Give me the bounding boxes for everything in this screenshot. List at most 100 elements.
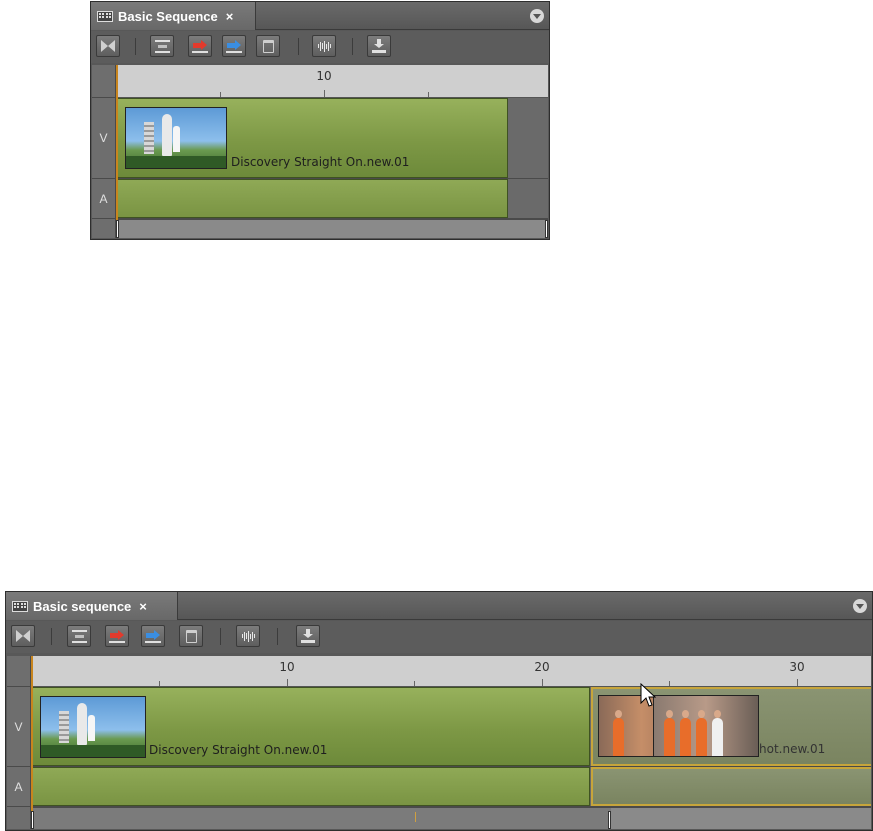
clip-name: Discovery Straight On.new.01 (149, 743, 328, 757)
overwrite-button[interactable] (188, 35, 212, 57)
audio-waveform-icon (316, 40, 332, 52)
ghost-clip-drag-preview[interactable]: hot.new.01 (591, 687, 871, 766)
audio-track[interactable] (116, 179, 548, 219)
delete-icon (185, 629, 197, 643)
audio-clip[interactable] (31, 767, 590, 806)
timeline-panel-bottom: Basic sequence × 10 20 30 V Discovery St… (5, 591, 873, 831)
ruler-header (92, 65, 116, 98)
scrollbar-header (7, 807, 31, 829)
timeline-scrollbar[interactable] (116, 219, 548, 238)
ruler-tick (428, 92, 429, 97)
ghost-audio-clip[interactable] (591, 767, 871, 806)
sequence-icon (12, 600, 28, 612)
track-header-a[interactable]: A (7, 767, 31, 807)
out-marker[interactable] (545, 220, 548, 238)
add-edit-button[interactable] (11, 625, 35, 647)
playhead[interactable] (116, 65, 118, 238)
tab-basic-sequence[interactable]: Basic sequence × (6, 592, 178, 620)
video-clip[interactable]: Discovery Straight On.new.01 (31, 687, 590, 766)
ruler-tick (287, 679, 288, 686)
ruler-label: 10 (279, 660, 295, 674)
toolbar-separator (51, 628, 52, 645)
clip-thumbnail (40, 696, 146, 758)
export-button[interactable] (367, 35, 391, 57)
ruler-header (7, 656, 31, 687)
replace-icon (226, 39, 242, 53)
clip-name: Discovery Straight On.new.01 (231, 155, 410, 169)
toolbar-separator (298, 38, 299, 55)
tab-title: Basic sequence (33, 598, 132, 614)
splice-in-icon (154, 39, 170, 53)
ruler-tick (414, 681, 415, 686)
overwrite-icon (192, 39, 208, 53)
ruler-tick (324, 90, 325, 97)
track-header-a[interactable]: A (92, 179, 116, 219)
ruler-tick (220, 92, 221, 97)
scroll-region[interactable] (31, 808, 611, 829)
timeline-panel-top: Basic Sequence × 10 V Discovery Straight… (90, 1, 550, 240)
splice-in-icon (71, 629, 87, 643)
in-marker[interactable] (116, 220, 119, 238)
panel-menu-button[interactable] (530, 9, 544, 23)
export-icon (372, 39, 386, 53)
delete-button[interactable] (179, 625, 203, 647)
audio-waveform-button[interactable] (312, 35, 336, 57)
overwrite-button[interactable] (105, 625, 129, 647)
replace-icon (145, 629, 161, 643)
track-header-v[interactable]: V (92, 98, 116, 179)
timecode-ruler[interactable]: 10 (116, 65, 548, 98)
panel-menu-button[interactable] (853, 599, 867, 613)
scroll-center-mark (415, 812, 416, 822)
tab-bar: Basic sequence × (6, 592, 872, 620)
sequence-icon (97, 10, 113, 22)
toolbar-separator (277, 628, 278, 645)
toolbar-separator (135, 38, 136, 55)
video-track[interactable]: Discovery Straight On.new.01 (116, 98, 548, 179)
audio-clip[interactable] (116, 179, 508, 218)
ruler-tick (669, 681, 670, 686)
clip-thumbnail (125, 107, 227, 169)
timeline-toolbar (6, 621, 872, 653)
out-marker[interactable] (608, 811, 611, 829)
drag-thumbnail (653, 695, 759, 757)
timeline: 10 20 30 V Discovery Straight On.new.01 … (7, 656, 871, 829)
overwrite-icon (109, 629, 125, 643)
tab-title: Basic Sequence (118, 8, 218, 24)
tab-bar: Basic Sequence × (91, 2, 549, 30)
toolbar-separator (220, 628, 221, 645)
audio-waveform-icon (240, 630, 256, 642)
add-edit-button[interactable] (96, 35, 120, 57)
ruler-tick (159, 681, 160, 686)
add-edit-icon (16, 630, 30, 642)
video-clip[interactable]: Discovery Straight On.new.01 (116, 98, 508, 178)
export-button[interactable] (296, 625, 320, 647)
scrollbar-header (92, 219, 116, 238)
tab-basic-sequence[interactable]: Basic Sequence × (91, 2, 256, 30)
in-marker[interactable] (31, 811, 34, 829)
track-header-v[interactable]: V (7, 687, 31, 767)
close-tab-button[interactable]: × (226, 9, 234, 24)
splice-in-button[interactable] (67, 625, 91, 647)
replace-button[interactable] (222, 35, 246, 57)
audio-track[interactable] (31, 767, 871, 807)
replace-button[interactable] (141, 625, 165, 647)
timecode-ruler[interactable]: 10 20 30 (31, 656, 871, 687)
playhead[interactable] (31, 656, 33, 829)
ruler-label: 10 (316, 69, 332, 83)
audio-waveform-button[interactable] (236, 625, 260, 647)
export-icon (301, 629, 315, 643)
ruler-label: 20 (534, 660, 550, 674)
mouse-pointer-icon (640, 683, 656, 707)
timeline: 10 V Discovery Straight On.new.01 A (92, 65, 548, 238)
timeline-scrollbar[interactable] (31, 807, 871, 829)
delete-icon (262, 39, 274, 53)
toolbar-separator (352, 38, 353, 55)
delete-button[interactable] (256, 35, 280, 57)
video-track[interactable]: Discovery Straight On.new.01 hot.new.01 (31, 683, 871, 767)
splice-in-button[interactable] (150, 35, 174, 57)
ghost-clip-name: hot.new.01 (759, 742, 826, 756)
ruler-label: 30 (789, 660, 805, 674)
ruler-tick (542, 679, 543, 686)
close-tab-button[interactable]: × (139, 599, 147, 614)
ruler-tick (797, 679, 798, 686)
